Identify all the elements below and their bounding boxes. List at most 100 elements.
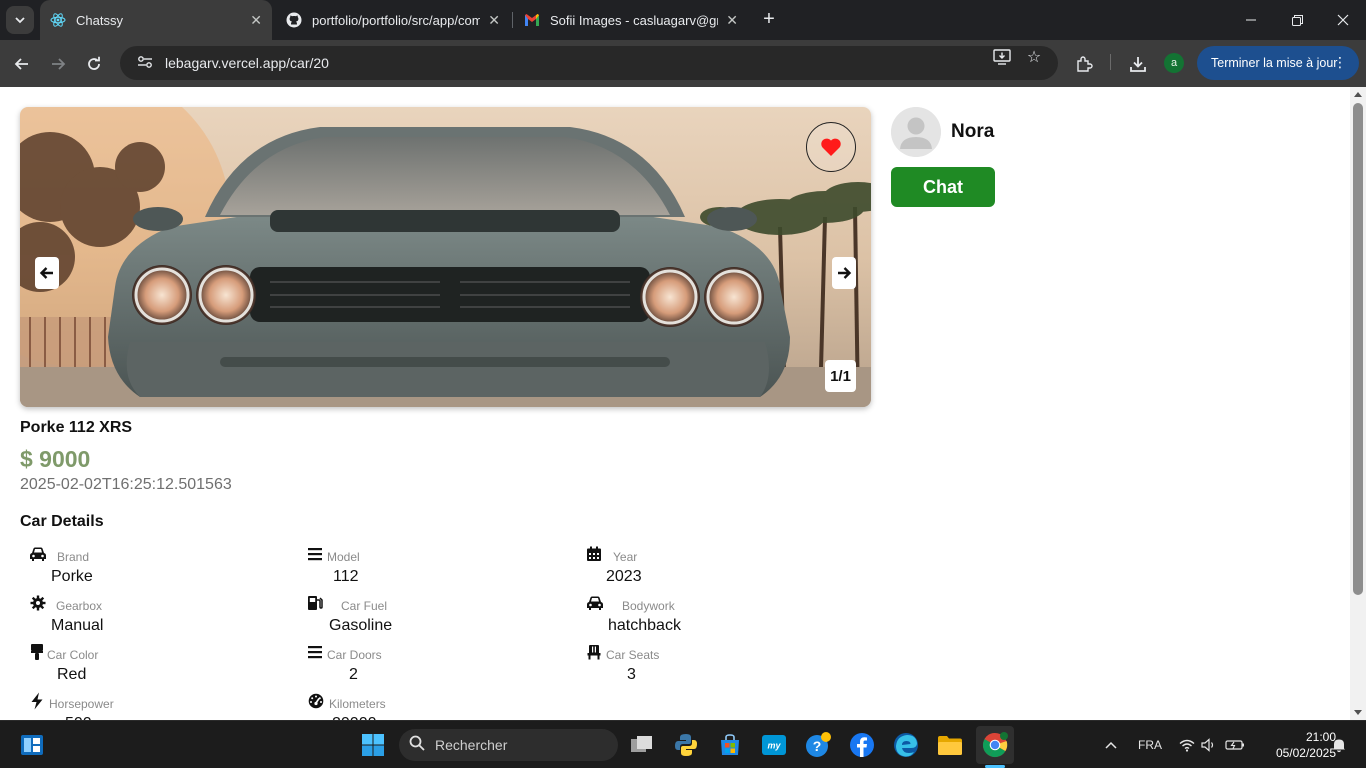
detail-label: Brand xyxy=(57,550,90,564)
bookmark-star-icon[interactable]: ☆ xyxy=(1024,49,1044,66)
svg-text:?: ? xyxy=(813,738,822,754)
url-text: lebagarv.vercel.app/car/20 xyxy=(165,55,329,71)
help-icon[interactable]: ? xyxy=(802,729,834,761)
chair-icon xyxy=(585,643,603,661)
extensions-icon[interactable] xyxy=(1072,52,1096,76)
minimize-button[interactable] xyxy=(1228,0,1274,40)
tab-title: Sofii Images - casluagarv@gma xyxy=(550,12,719,28)
chat-button[interactable]: Chat xyxy=(891,167,995,207)
browser-toolbar: lebagarv.vercel.app/car/20 ☆ a Terminer … xyxy=(0,40,1366,87)
image-counter: 1/1 xyxy=(825,360,856,392)
arrow-right-icon xyxy=(52,58,66,70)
clock-time: 21:00 xyxy=(1305,730,1336,744)
scroll-thumb[interactable] xyxy=(1353,103,1363,595)
calendar-icon xyxy=(585,545,603,563)
back-button[interactable] xyxy=(8,50,36,78)
scroll-down-arrow-icon[interactable] xyxy=(1354,710,1362,715)
update-button-label: Terminer la mise à jour xyxy=(1211,56,1338,70)
forward-button[interactable] xyxy=(44,50,72,78)
profile-avatar[interactable]: a xyxy=(1164,53,1184,73)
chrome-icon[interactable] xyxy=(976,726,1014,764)
restore-icon xyxy=(1291,14,1303,26)
car-photo xyxy=(20,107,871,407)
detail-label: Bodywork xyxy=(622,599,675,613)
detail-label: Gearbox xyxy=(56,599,103,613)
detail-label: Horsepower xyxy=(49,697,114,711)
user-placeholder-icon xyxy=(891,107,941,157)
minimize-icon xyxy=(1246,19,1256,21)
bars-icon xyxy=(306,643,324,661)
heart-icon xyxy=(821,138,841,156)
tab-github[interactable]: portfolio/portfolio/src/app/com ✕ xyxy=(276,0,510,40)
tab-gmail[interactable]: Sofii Images - casluagarv@gma ✕ xyxy=(514,0,748,40)
language-indicator[interactable]: FRA xyxy=(1134,721,1166,768)
install-app-icon[interactable] xyxy=(992,49,1012,65)
detail-label: Model xyxy=(327,550,360,564)
python-icon[interactable] xyxy=(670,729,702,761)
close-tab-icon[interactable]: ✕ xyxy=(250,12,262,29)
detail-value: hatchback xyxy=(608,617,681,634)
scroll-up-arrow-icon[interactable] xyxy=(1354,92,1362,97)
site-info-icon[interactable] xyxy=(128,55,162,72)
bars-icon xyxy=(306,545,324,563)
address-bar[interactable]: lebagarv.vercel.app/car/20 xyxy=(120,46,1058,80)
car-title: Porke 112 XRS xyxy=(20,419,133,436)
reload-button[interactable] xyxy=(80,50,108,78)
toolbar-separator xyxy=(1110,54,1111,70)
close-icon xyxy=(1337,14,1349,26)
detail-value: 2023 xyxy=(606,568,642,585)
detail-value: Gasoline xyxy=(329,617,393,634)
chevron-down-icon xyxy=(15,17,25,24)
system-clock[interactable]: 21:00 05/02/2025 xyxy=(1250,729,1336,761)
volume-icon[interactable] xyxy=(1200,721,1218,768)
detail-label: Kilometers xyxy=(329,697,386,711)
more-menu-icon[interactable]: ⋮ xyxy=(1333,54,1347,71)
next-image-button[interactable] xyxy=(832,257,856,289)
show-hidden-icons[interactable] xyxy=(1100,721,1122,768)
seller-avatar xyxy=(891,107,941,157)
reload-icon xyxy=(88,56,100,70)
detail-label: Car Doors xyxy=(327,648,382,662)
detail-label: Car Seats xyxy=(606,648,660,662)
widgets-icon[interactable] xyxy=(16,729,48,761)
car-price: $ 9000 xyxy=(20,446,91,472)
close-window-button[interactable] xyxy=(1320,0,1366,40)
edge-icon[interactable] xyxy=(890,729,922,761)
close-tab-icon[interactable]: ✕ xyxy=(726,12,738,29)
search-placeholder: Rechercher xyxy=(435,737,508,753)
paint-brush-icon xyxy=(28,643,46,661)
facebook-icon[interactable] xyxy=(846,729,878,761)
detail-value: Manual xyxy=(51,617,104,634)
new-tab-button[interactable]: + xyxy=(758,8,780,30)
favorite-button[interactable] xyxy=(806,122,856,172)
car-icon xyxy=(586,594,604,612)
svg-text:my: my xyxy=(767,741,781,751)
detail-label: Car Color xyxy=(47,648,99,662)
car-details-heading: Car Details xyxy=(20,513,104,530)
taskbar-search[interactable]: Rechercher xyxy=(399,729,618,761)
car-icon xyxy=(29,545,47,563)
previous-image-button[interactable] xyxy=(35,257,59,289)
file-explorer-icon[interactable] xyxy=(934,729,966,761)
tab-search-button[interactable] xyxy=(6,6,34,34)
listing-date: 2025-02-02T16:25:12.501563 xyxy=(20,476,232,493)
search-icon xyxy=(399,735,435,755)
restore-button[interactable] xyxy=(1274,0,1320,40)
downloads-icon[interactable] xyxy=(1126,52,1150,76)
clock-date: 05/02/2025 xyxy=(1275,746,1336,760)
start-icon[interactable] xyxy=(357,729,389,761)
update-button[interactable]: Terminer la mise à jour ⋮ xyxy=(1197,46,1359,80)
arrow-right-icon xyxy=(838,267,852,279)
tab-chatssy[interactable]: Chatssy ✕ xyxy=(40,0,272,40)
gear-icon xyxy=(29,594,47,612)
microsoft-store-icon[interactable] xyxy=(714,729,746,761)
task-view-icon[interactable] xyxy=(626,729,658,761)
gmail-icon xyxy=(524,12,540,28)
profile-initial: a xyxy=(1170,57,1178,69)
wifi-icon[interactable] xyxy=(1178,721,1196,768)
close-tab-icon[interactable]: ✕ xyxy=(488,12,500,29)
notifications-bell-icon[interactable] xyxy=(1330,721,1348,768)
myhp-icon[interactable]: my xyxy=(758,729,790,761)
battery-icon[interactable] xyxy=(1224,721,1246,768)
page-scrollbar[interactable] xyxy=(1350,87,1366,720)
